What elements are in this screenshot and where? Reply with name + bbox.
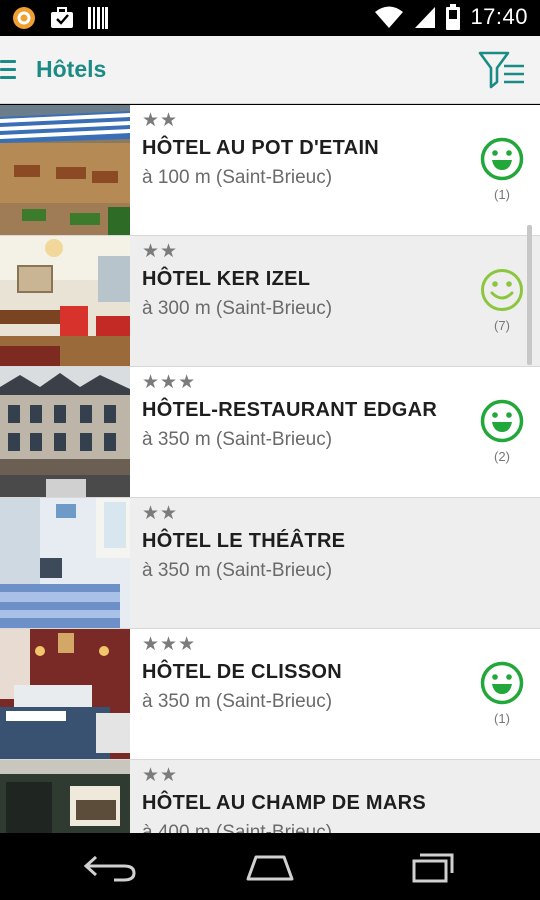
- hotel-name: HÔTEL LE THÉÂTRE: [142, 530, 346, 552]
- hotel-row[interactable]: ★★ HÔTEL AU CHAMP DE MARS à 400 m (Saint…: [0, 760, 540, 833]
- hotel-row[interactable]: ★★ HÔTEL KER IZEL à 300 m (Saint-Brieuc)…: [0, 236, 540, 367]
- hotel-stars: ★★★: [142, 634, 197, 655]
- wifi-icon: [375, 6, 404, 28]
- hotel-distance: à 400 m (Saint-Brieuc): [142, 822, 333, 833]
- barcode-icon: [88, 7, 108, 29]
- scrollbar[interactable]: [527, 225, 532, 365]
- review-count: (1): [494, 187, 510, 202]
- menu-icon[interactable]: [0, 60, 16, 80]
- review-count: (1): [494, 711, 510, 726]
- hotel-distance: à 350 m (Saint-Brieuc): [142, 691, 333, 712]
- hotel-distance: à 100 m (Saint-Brieuc): [142, 167, 333, 188]
- hotel-stars: ★★: [142, 765, 179, 786]
- hotel-photo: [0, 760, 130, 833]
- hotel-stars: ★★: [142, 241, 179, 262]
- hotel-photo: [0, 105, 130, 235]
- hotel-stars: ★★: [142, 110, 179, 131]
- hotel-photo: [0, 236, 130, 366]
- hotel-distance: à 350 m (Saint-Brieuc): [142, 560, 333, 581]
- notification-circle-icon: [13, 7, 35, 29]
- hotel-distance: à 300 m (Saint-Brieuc): [142, 298, 333, 319]
- hotel-name: HÔTEL AU POT D'ETAIN: [142, 137, 380, 159]
- battery-icon: [446, 4, 461, 30]
- filter-list-icon[interactable]: [478, 50, 526, 90]
- signal-icon: [415, 7, 436, 28]
- hotel-row[interactable]: ★★ HÔTEL LE THÉÂTRE à 350 m (Saint-Brieu…: [0, 498, 540, 629]
- smiley-smile-icon: [481, 269, 523, 311]
- hotel-name: HÔTEL-RESTAURANT EDGAR: [142, 399, 438, 421]
- recent-apps-icon[interactable]: [400, 849, 460, 885]
- navigation-bar: [0, 833, 540, 900]
- smiley-happy-icon: [480, 137, 524, 181]
- briefcase-icon: [51, 7, 73, 28]
- app-bar: Hôtels: [0, 36, 540, 104]
- status-bar: 17:40: [0, 0, 540, 36]
- hotel-row[interactable]: ★★ HÔTEL AU POT D'ETAIN à 100 m (Saint-B…: [0, 105, 540, 236]
- hotel-name: HÔTEL AU CHAMP DE MARS: [142, 792, 427, 814]
- home-icon[interactable]: [240, 849, 300, 885]
- hotel-list: ★★ HÔTEL AU POT D'ETAIN à 100 m (Saint-B…: [0, 105, 540, 833]
- hotel-distance: à 350 m (Saint-Brieuc): [142, 429, 333, 450]
- review-count: (2): [494, 449, 510, 464]
- hotel-stars: ★★★: [142, 372, 197, 393]
- review-count: (7): [494, 318, 510, 333]
- hotel-row[interactable]: ★★★ HÔTEL-RESTAURANT EDGAR à 350 m (Sain…: [0, 367, 540, 498]
- hotel-name: HÔTEL KER IZEL: [142, 268, 311, 290]
- hotel-stars: ★★: [142, 503, 179, 524]
- hotel-row[interactable]: ★★★ HÔTEL DE CLISSON à 350 m (Saint-Brie…: [0, 629, 540, 760]
- smiley-happy-icon: [480, 661, 524, 705]
- hotel-photo: [0, 498, 130, 628]
- back-icon[interactable]: [80, 849, 140, 885]
- hotel-name: HÔTEL DE CLISSON: [142, 661, 343, 683]
- hotel-photo: [0, 367, 130, 497]
- clock: 17:40: [470, 4, 528, 29]
- page-title: Hôtels: [36, 56, 107, 82]
- hotel-photo: [0, 629, 130, 759]
- smiley-happy-icon: [480, 399, 524, 443]
